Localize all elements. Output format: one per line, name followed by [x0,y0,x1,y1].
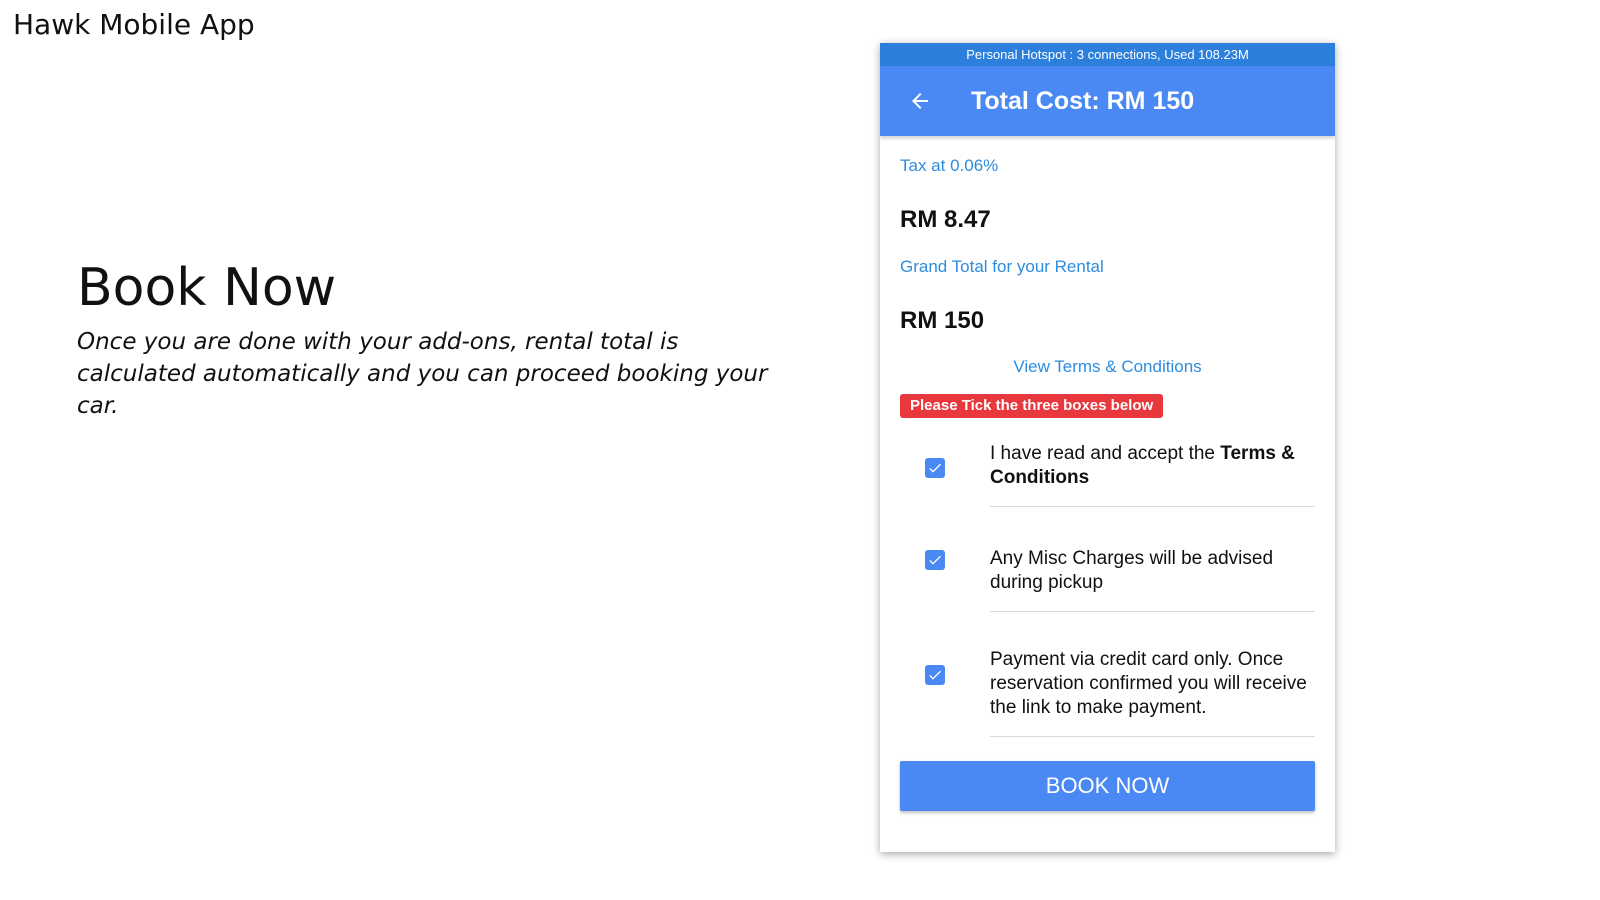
phone-screen: Personal Hotspot : 3 connections, Used 1… [880,43,1335,852]
payment-check-label: Payment via credit card only. Once reser… [990,612,1315,737]
section-heading: Book Now [77,258,337,318]
back-button[interactable] [904,85,936,117]
tax-amount: RM 8.47 [900,206,991,233]
tick-boxes-warning: Please Tick the three boxes below [900,394,1164,418]
payment-checkbox[interactable] [925,664,945,685]
book-now-button[interactable]: BOOK NOW [900,761,1315,811]
terms-checkbox[interactable] [925,457,945,478]
status-bar: Personal Hotspot : 3 connections, Used 1… [880,43,1335,66]
payment-check-row[interactable]: Payment via credit card only. Once reser… [900,612,1315,737]
checkmark-icon [929,670,941,680]
total-cost-title: Total Cost: RM 150 [971,87,1195,115]
grand-total-amount: RM 150 [900,307,985,334]
terms-check-text: I have read and accept the [990,443,1221,464]
grand-total-label: Grand Total for your Rental [900,257,1104,276]
checkmark-icon [929,463,941,473]
slide-title: Hawk Mobile App [13,8,255,41]
misc-charges-check-label: Any Misc Charges will be advised during … [990,507,1315,612]
section-description: Once you are done with your add-ons, ren… [77,329,768,419]
view-terms-link[interactable]: View Terms & Conditions [900,356,1315,378]
misc-charges-check-row[interactable]: Any Misc Charges will be advised during … [900,507,1315,612]
app-bar: Total Cost: RM 150 [880,66,1335,136]
booking-summary: Tax at 0.06% RM 8.47 Grand Total for you… [880,156,1335,811]
arrow-left-icon [912,93,928,109]
terms-check-label: I have read and accept the Terms & Condi… [990,428,1315,507]
misc-charges-checkbox[interactable] [925,549,945,570]
checkmark-icon [929,555,941,565]
terms-check-row[interactable]: I have read and accept the Terms & Condi… [900,428,1315,507]
tax-label: Tax at 0.06% [900,156,999,175]
